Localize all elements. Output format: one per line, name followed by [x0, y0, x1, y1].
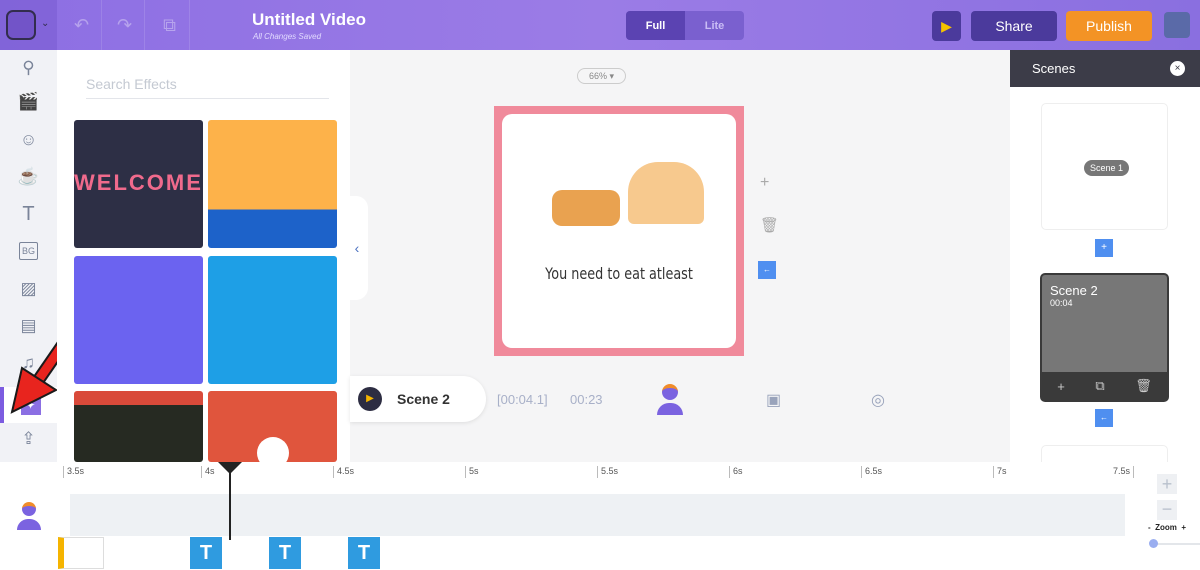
search-effects-input[interactable] [86, 74, 329, 99]
playhead-handle[interactable] [218, 462, 242, 474]
preview-play-button[interactable]: ▶ [932, 11, 961, 41]
tick: 7s [993, 466, 1007, 478]
share-button[interactable]: Share [971, 11, 1057, 41]
scene-1-card[interactable]: Scene 1 [1041, 103, 1168, 230]
effect-dark-bunting[interactable] [74, 391, 203, 462]
pancakes-image [552, 190, 620, 226]
zoom-out-button[interactable]: − [1157, 500, 1177, 520]
text-block[interactable]: T [348, 537, 380, 569]
add-scene-button[interactable]: ← [1095, 409, 1113, 427]
video-clip-icon[interactable]: ▣ [766, 390, 781, 410]
play-scene-button[interactable]: ▶ [358, 387, 382, 411]
tick: 5s [465, 466, 479, 478]
scene-playbar: ▶ Scene 2 [350, 376, 486, 422]
tick: 6.5s [861, 466, 882, 478]
tick: 7.5s [1110, 466, 1135, 478]
close-icon[interactable]: × [1170, 61, 1185, 76]
user-avatar[interactable] [1164, 12, 1190, 38]
effect-red-video[interactable] [208, 391, 337, 462]
camera-focus-icon[interactable]: ◎ [871, 390, 885, 410]
scene-actions: + ⧉ 🗑 [1042, 372, 1167, 400]
scene-icon[interactable]: 🎬 [0, 84, 57, 120]
video-title[interactable]: Untitled Video [252, 10, 366, 30]
character-tool-icon[interactable] [656, 384, 684, 416]
zoom-in-button[interactable]: + [1157, 474, 1177, 494]
logo-area [0, 0, 57, 50]
publish-button[interactable]: Publish [1066, 11, 1152, 41]
bg-label: BG [18, 242, 38, 260]
tick: 6s [729, 466, 743, 478]
text-block[interactable]: T [269, 537, 301, 569]
zoom-plus: + [1181, 523, 1187, 532]
current-time: [00:04.1] [497, 392, 548, 407]
scene-1-label: Scene 1 [1084, 160, 1130, 176]
canvas-caption: You need to eat atleast [545, 264, 693, 283]
redo-button[interactable]: ↷ [105, 0, 145, 50]
effect-orange-balloons[interactable] [208, 120, 337, 248]
playhead[interactable] [229, 470, 231, 540]
add-icon[interactable]: + [1057, 379, 1065, 394]
search-icon[interactable]: ⚲ [0, 50, 57, 86]
character-track-icon [16, 502, 42, 532]
text-icon[interactable]: T [0, 196, 57, 232]
text-block[interactable]: T [190, 537, 222, 569]
tick: 3.5s [63, 466, 84, 478]
mode-toggle: Full Lite [626, 11, 744, 40]
add-scene-button[interactable]: + [1095, 239, 1113, 257]
mode-lite[interactable]: Lite [685, 11, 744, 40]
scene-2-label: Scene 2 [1050, 283, 1098, 298]
total-time: 00:23 [570, 392, 603, 407]
tick: 4.5s [333, 466, 354, 478]
zoom-select[interactable]: 66% ▾ [577, 68, 626, 84]
trash-icon[interactable]: 🗑 [760, 216, 779, 234]
background-icon[interactable]: BG [0, 233, 57, 269]
effects-panel: WELCOME [57, 50, 350, 462]
collapse-panel-button[interactable]: ‹ [346, 196, 368, 300]
mode-full[interactable]: Full [626, 11, 685, 40]
zoom-label: - Zoom + [1148, 523, 1186, 532]
insert-scene-button[interactable]: ← [758, 261, 776, 279]
scene-name: Scene 2 [397, 391, 450, 407]
save-status: All Changes Saved [253, 32, 322, 41]
scenes-panel: Scenes × Scene 1 + Scene 2 00:04 + ⧉ 🗑 ← [1010, 50, 1200, 475]
trash-icon[interactable]: 🗑 [1135, 378, 1152, 394]
scene-canvas[interactable]: You need to eat atleast [494, 106, 744, 356]
effect-welcome[interactable]: WELCOME [74, 120, 203, 248]
zoom-slider-handle[interactable] [1149, 539, 1158, 548]
effect-blue-bunting[interactable] [208, 256, 337, 384]
zoom-text: Zoom [1155, 523, 1177, 532]
scene-2-duration: 00:04 [1050, 298, 1073, 308]
props-icon[interactable]: ☕ [0, 159, 57, 195]
zoom-minus: - [1148, 523, 1151, 532]
add-icon[interactable]: + [760, 174, 769, 192]
tick: 4s [201, 466, 215, 478]
duplicate-button[interactable]: ⧉ [150, 0, 190, 50]
tick: 5.5s [597, 466, 618, 478]
scene-2-card[interactable]: Scene 2 00:04 + ⧉ 🗑 [1040, 273, 1169, 402]
top-bar: ⌄ ↶ ↷ ⧉ Untitled Video All Changes Saved… [0, 0, 1200, 50]
effect-purple-balloons[interactable] [74, 256, 203, 384]
upload-icon[interactable]: ⇪ [0, 421, 57, 457]
scene-thumbnail-block[interactable] [58, 537, 104, 569]
character-image [628, 162, 704, 224]
character-icon[interactable]: ☺ [0, 122, 57, 158]
copy-icon[interactable]: ⧉ [1095, 378, 1104, 394]
undo-button[interactable]: ↶ [62, 0, 102, 50]
